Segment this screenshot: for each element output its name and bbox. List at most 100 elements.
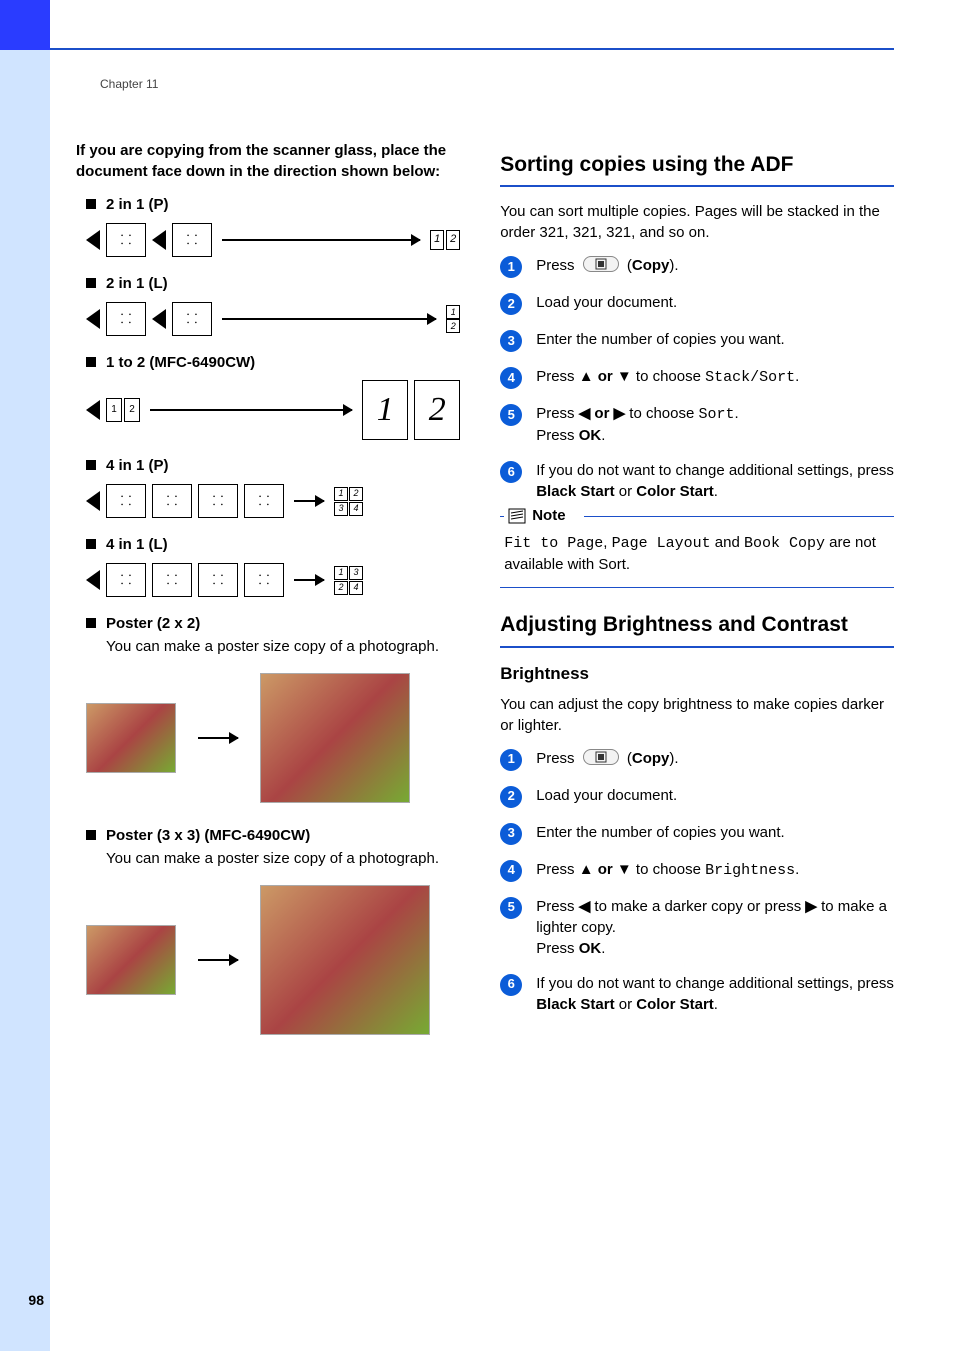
section-title-brightness: Adjusting Brightness and Contrast (500, 610, 894, 647)
layout-item-poster3x3: Poster (3 x 3) (MFC-6490CW) (76, 825, 460, 846)
arrow-icon (198, 737, 238, 739)
step-text: Load your document. (536, 292, 894, 313)
step-row: 3 Enter the number of copies you want. (500, 822, 894, 845)
diagram-4in1l: ⸬⸬⸬⸬ 1324 (86, 557, 460, 603)
poster3x3-desc: You can make a poster size copy of a pho… (106, 848, 460, 869)
layout-label: Poster (3 x 3) (MFC-6490CW) (106, 825, 310, 846)
arrow-icon (222, 239, 420, 241)
page-number: 98 (0, 1291, 50, 1311)
arrow-icon (222, 318, 436, 320)
diagram-2in1p: ⸬ ⸬ 12 (86, 217, 460, 263)
note-body: Fit to Page, Page Layout and Book Copy a… (504, 532, 890, 575)
step-row: 2 Load your document. (500, 785, 894, 808)
note-icon (508, 508, 526, 524)
step-badge-2: 2 (500, 786, 522, 808)
step-row: 5 Press ◀ or ▶ to choose Sort. Press OK. (500, 403, 894, 446)
layout-item-poster2x2: Poster (2 x 2) (76, 613, 460, 634)
step-badge-1: 1 (500, 256, 522, 278)
left-sidebar (0, 0, 50, 1351)
step-row: 1 Press (Copy). (500, 255, 894, 278)
poster2x2-desc: You can make a poster size copy of a pho… (106, 636, 460, 657)
step-row: 1 Press (Copy). (500, 748, 894, 771)
layout-label: 4 in 1 (P) (106, 455, 169, 476)
diagram-2in1l: ⸬ ⸬ 12 (86, 296, 460, 342)
triangle-icon (86, 400, 100, 420)
arrow-icon (198, 959, 238, 961)
layout-item-1to2: 1 to 2 (MFC-6490CW) (76, 352, 460, 373)
layout-item-2in1p: 2 in 1 (P) (76, 194, 460, 215)
arrow-icon (150, 409, 352, 411)
photo-placeholder (86, 925, 176, 995)
step-row: 4 Press ▲ or ▼ to choose Brightness. (500, 859, 894, 882)
chapter-label: Chapter 11 (100, 76, 158, 93)
poster3x3-diagram (86, 885, 460, 1035)
arrow-icon (294, 579, 324, 581)
layout-label: 2 in 1 (L) (106, 273, 168, 294)
subsection-brightness: Brightness (500, 662, 894, 686)
step-row: 5 Press ◀ to make a darker copy or press… (500, 896, 894, 959)
step-badge-4: 4 (500, 860, 522, 882)
step-row: 3 Enter the number of copies you want. (500, 329, 894, 352)
step-badge-1: 1 (500, 749, 522, 771)
layout-label: 1 to 2 (MFC-6490CW) (106, 352, 255, 373)
right-column: Sorting copies using the ADF You can sor… (500, 140, 894, 1057)
note-box: Note Fit to Page, Page Layout and Book C… (500, 516, 894, 588)
layout-item-4in1p: 4 in 1 (P) (76, 455, 460, 476)
arrow-icon (294, 500, 324, 502)
step-row: 6 If you do not want to change additiona… (500, 973, 894, 1015)
layout-label: 4 in 1 (L) (106, 534, 168, 555)
step-badge-3: 3 (500, 330, 522, 352)
step-text: Press ▲ or ▼ to choose Stack/Sort. (536, 366, 894, 388)
triangle-icon (86, 491, 100, 511)
section-title-sorting: Sorting copies using the ADF (500, 150, 894, 187)
triangle-icon (152, 309, 166, 329)
copy-key-icon (583, 256, 619, 272)
photo-placeholder (260, 673, 410, 803)
photo-placeholder (86, 703, 176, 773)
photo-placeholder (260, 885, 430, 1035)
sorting-intro: You can sort multiple copies. Pages will… (500, 201, 894, 243)
brightness-intro: You can adjust the copy brightness to ma… (500, 694, 894, 736)
bullet-icon (86, 618, 96, 628)
step-text: If you do not want to change additional … (536, 460, 894, 502)
step-text: Enter the number of copies you want. (536, 329, 894, 350)
bullet-icon (86, 830, 96, 840)
step-text: Load your document. (536, 785, 894, 806)
step-text: If you do not want to change additional … (536, 973, 894, 1015)
step-badge-2: 2 (500, 293, 522, 315)
triangle-icon (152, 230, 166, 250)
bullet-icon (86, 357, 96, 367)
step-text: Press (Copy). (536, 748, 894, 769)
layout-label: 2 in 1 (P) (106, 194, 169, 215)
step-row: 2 Load your document. (500, 292, 894, 315)
layout-item-2in1l: 2 in 1 (L) (76, 273, 460, 294)
triangle-icon (86, 309, 100, 329)
step-text: Enter the number of copies you want. (536, 822, 894, 843)
step-text: Press ◀ to make a darker copy or press ▶… (536, 896, 894, 959)
step-badge-5: 5 (500, 897, 522, 919)
left-column: If you are copying from the scanner glas… (76, 140, 460, 1057)
diagram-1to2: 12 12 (86, 375, 460, 445)
header-rule (50, 48, 894, 50)
step-row: 4 Press ▲ or ▼ to choose Stack/Sort. (500, 366, 894, 389)
step-text: Press ◀ or ▶ to choose Sort. Press OK. (536, 403, 894, 446)
note-heading: Note (504, 505, 584, 526)
step-badge-6: 6 (500, 461, 522, 483)
copy-key-icon (583, 749, 619, 765)
bullet-icon (86, 539, 96, 549)
triangle-icon (86, 230, 100, 250)
scanner-glass-intro: If you are copying from the scanner glas… (76, 140, 460, 182)
step-badge-4: 4 (500, 367, 522, 389)
step-row: 6 If you do not want to change additiona… (500, 460, 894, 502)
triangle-icon (86, 570, 100, 590)
step-text: Press ▲ or ▼ to choose Brightness. (536, 859, 894, 881)
step-badge-6: 6 (500, 974, 522, 996)
step-badge-3: 3 (500, 823, 522, 845)
bullet-icon (86, 460, 96, 470)
layout-item-4in1l: 4 in 1 (L) (76, 534, 460, 555)
layout-label: Poster (2 x 2) (106, 613, 200, 634)
poster2x2-diagram (86, 673, 460, 803)
diagram-4in1p: ⸬⸬⸬⸬ 1234 (86, 478, 460, 524)
step-badge-5: 5 (500, 404, 522, 426)
step-text: Press (Copy). (536, 255, 894, 276)
